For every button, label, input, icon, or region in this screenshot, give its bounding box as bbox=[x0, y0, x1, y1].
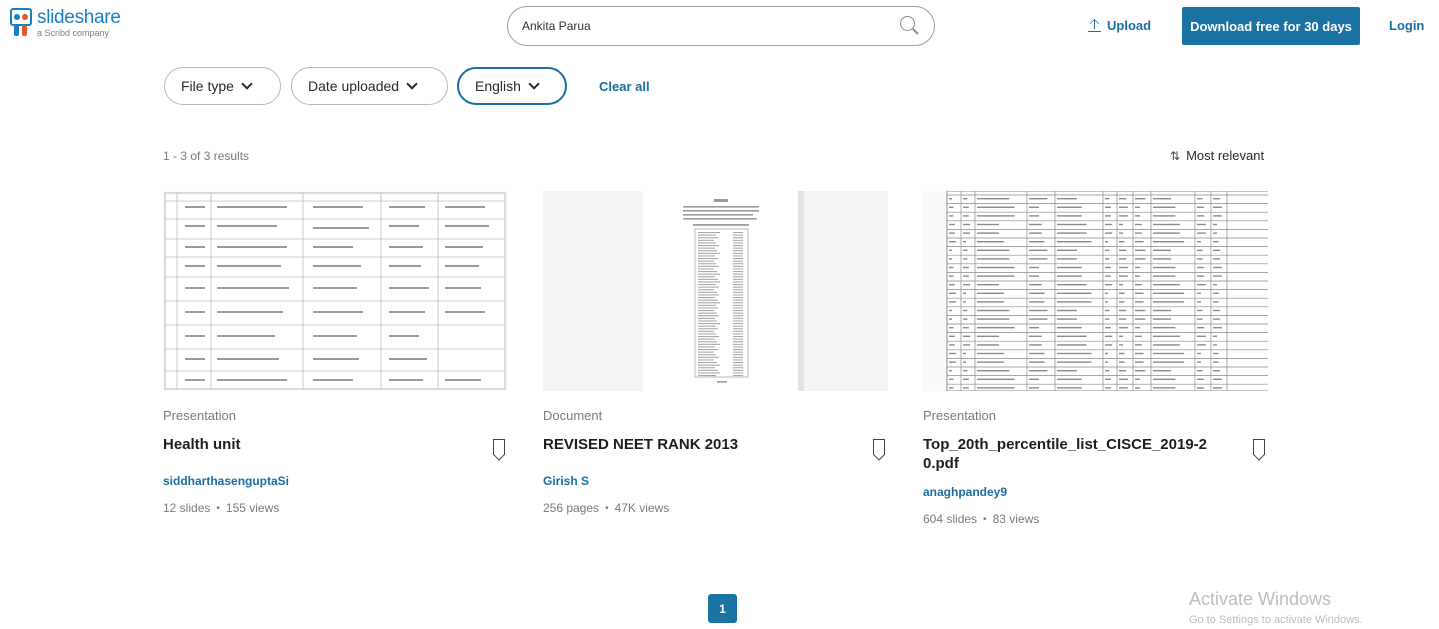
search-bar[interactable] bbox=[507, 6, 935, 46]
filter-label: File type bbox=[181, 78, 234, 94]
document-meta: 12 slides • 155 views bbox=[163, 501, 508, 515]
logo-name: slideshare bbox=[37, 7, 121, 28]
document-meta: 604 slides • 83 views bbox=[923, 512, 1268, 526]
activate-windows-watermark: Activate Windows Go to Settings to activ… bbox=[1189, 589, 1363, 626]
meta-separator: • bbox=[605, 502, 609, 514]
chevron-down-icon bbox=[528, 77, 540, 90]
result-card[interactable]: Presentation Health unit siddharthasengu… bbox=[163, 191, 508, 515]
view-count: 83 views bbox=[992, 512, 1040, 526]
chevron-down-icon bbox=[241, 77, 253, 90]
sort-icon: ⇅ bbox=[1170, 148, 1181, 163]
document-type: Presentation bbox=[163, 408, 236, 423]
document-title[interactable]: Top_20th_percentile_list_CISCE_2019-20.p… bbox=[923, 435, 1218, 473]
pagination-page-1[interactable]: 1 bbox=[708, 594, 737, 623]
slide-count: 604 slides bbox=[923, 512, 978, 526]
document-type: Document bbox=[543, 408, 603, 423]
language-filter[interactable]: English bbox=[457, 67, 567, 105]
bookmark-icon[interactable] bbox=[873, 439, 885, 455]
document-meta: 256 pages • 47K views bbox=[543, 501, 888, 515]
logo-subtitle: a Scribd company bbox=[37, 28, 110, 38]
document-thumbnail[interactable] bbox=[543, 191, 888, 391]
document-title[interactable]: Health unit bbox=[163, 435, 241, 454]
search-input[interactable] bbox=[522, 19, 900, 33]
view-count: 47K views bbox=[614, 501, 670, 515]
page-count: 256 pages bbox=[543, 501, 600, 515]
author-link[interactable]: siddharthasenguptaSi bbox=[163, 474, 508, 488]
sort-dropdown[interactable]: ⇅ Most relevant bbox=[1170, 148, 1264, 163]
clear-all-link[interactable]: Clear all bbox=[599, 79, 650, 94]
watermark-subtitle: Go to Settings to activate Windows. bbox=[1189, 614, 1363, 626]
meta-separator: • bbox=[216, 502, 220, 514]
watermark-title: Activate Windows bbox=[1189, 589, 1332, 609]
bookmark-icon[interactable] bbox=[493, 439, 505, 455]
meta-separator: • bbox=[983, 513, 987, 525]
slideshare-logo[interactable]: slideshare a Scribd company bbox=[10, 8, 121, 38]
file-type-filter[interactable]: File type bbox=[164, 67, 281, 105]
author-link[interactable]: Girish S bbox=[543, 474, 888, 488]
filter-label: Date uploaded bbox=[308, 78, 400, 94]
date-uploaded-filter[interactable]: Date uploaded bbox=[291, 67, 448, 105]
filter-label: English bbox=[475, 78, 521, 94]
document-title[interactable]: REVISED NEET RANK 2013 bbox=[543, 435, 738, 454]
search-icon[interactable] bbox=[900, 16, 920, 36]
document-type: Presentation bbox=[923, 408, 996, 423]
upload-label: Upload bbox=[1107, 18, 1152, 33]
upload-icon bbox=[1088, 18, 1101, 33]
chevron-down-icon bbox=[406, 77, 418, 90]
author-link[interactable]: anaghpandey9 bbox=[923, 485, 1268, 499]
result-card[interactable]: Presentation Top_20th_percentile_list_CI… bbox=[923, 191, 1268, 526]
slide-count: 12 slides bbox=[163, 501, 211, 515]
download-free-button[interactable]: Download free for 30 days bbox=[1182, 7, 1360, 45]
result-card[interactable]: Document REVISED NEET RANK 2013 Girish S… bbox=[543, 191, 888, 515]
login-link[interactable]: Login bbox=[1389, 18, 1424, 33]
slideshare-logo-icon bbox=[10, 8, 32, 38]
document-thumbnail[interactable] bbox=[923, 191, 1268, 391]
upload-button[interactable]: Upload bbox=[1088, 18, 1151, 33]
sort-label: Most relevant bbox=[1186, 148, 1265, 163]
view-count: 155 views bbox=[225, 501, 280, 515]
results-count: 1 - 3 of 3 results bbox=[163, 149, 250, 163]
document-thumbnail[interactable] bbox=[163, 191, 508, 391]
bookmark-icon[interactable] bbox=[1253, 439, 1265, 455]
